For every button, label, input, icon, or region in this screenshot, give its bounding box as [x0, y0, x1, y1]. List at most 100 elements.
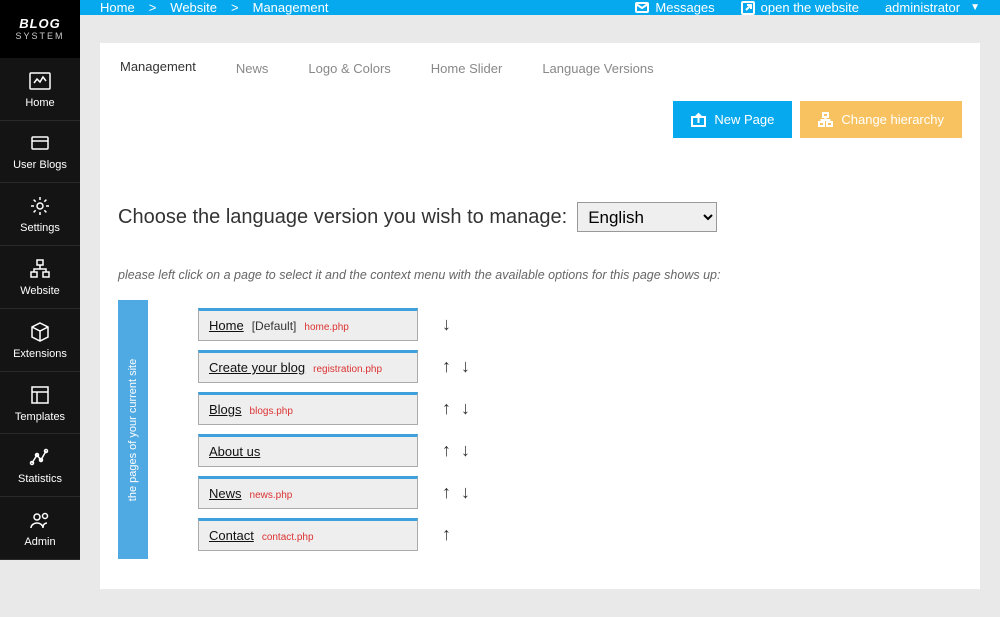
external-link-icon: [741, 1, 755, 15]
pages-vertical-label: the pages of your current site: [118, 300, 148, 559]
new-page-label: New Page: [714, 112, 774, 127]
page-row: Newsnews.php↑↓: [198, 476, 470, 509]
page-box[interactable]: Blogs blogs.php: [198, 392, 418, 425]
sitemap-icon: [28, 257, 52, 281]
page-name: News: [209, 486, 242, 501]
move-down-arrow[interactable]: ↓: [461, 482, 470, 503]
tab-logo-colors[interactable]: Logo & Colors: [288, 43, 410, 92]
change-hierarchy-button[interactable]: Change hierarchy: [800, 101, 962, 138]
cube-icon: [28, 320, 52, 344]
tab-management[interactable]: Management: [100, 43, 216, 92]
messages-link[interactable]: Messages: [635, 0, 714, 15]
language-select[interactable]: English: [577, 202, 717, 232]
move-down-arrow[interactable]: ↓: [461, 356, 470, 377]
breadcrumb: Home > Website > Management: [100, 0, 329, 15]
topbar: Home > Website > Management Messages ope…: [80, 0, 1000, 15]
logo-line2: SYSTEM: [15, 31, 64, 41]
message-icon: [635, 1, 649, 15]
sidebar-label: User Blogs: [13, 159, 67, 171]
page-name: Contact: [209, 528, 254, 543]
sidebar: BLOG SYSTEM Home User Blogs Settings Web…: [0, 0, 80, 560]
page-file: blogs.php: [250, 406, 293, 417]
page-file: contact.php: [262, 532, 314, 543]
sidebar-item-home[interactable]: Home: [0, 58, 80, 121]
page-arrows: ↑: [442, 524, 451, 545]
open-website-link[interactable]: open the website: [741, 0, 859, 15]
sidebar-item-extensions[interactable]: Extensions: [0, 309, 80, 372]
users-icon: [28, 508, 52, 532]
sidebar-label: Admin: [24, 536, 55, 548]
page-arrows: ↑↓: [442, 398, 470, 419]
move-up-arrow[interactable]: ↑: [442, 356, 451, 377]
home-chart-icon: [28, 69, 52, 93]
page-arrows: ↑↓: [442, 440, 470, 461]
page-name: Home: [209, 318, 244, 333]
move-up-arrow[interactable]: ↑: [442, 524, 451, 545]
panel: Management News Logo & Colors Home Slide…: [100, 43, 980, 589]
page-default-badge: [Default]: [252, 319, 297, 333]
new-page-button[interactable]: New Page: [673, 101, 792, 138]
tabs: Management News Logo & Colors Home Slide…: [100, 43, 980, 92]
page-arrows: ↑↓: [442, 356, 470, 377]
tab-language-versions[interactable]: Language Versions: [522, 43, 673, 92]
page-name: Create your blog: [209, 360, 305, 375]
page-box[interactable]: Contact contact.php: [198, 518, 418, 551]
page-arrows: ↓: [442, 314, 451, 335]
move-down-arrow[interactable]: ↓: [442, 314, 451, 335]
open-website-label: open the website: [761, 0, 859, 15]
sidebar-label: Extensions: [13, 348, 67, 360]
user-label: administrator: [885, 0, 960, 15]
move-down-arrow[interactable]: ↓: [461, 398, 470, 419]
choose-language-label: Choose the language version you wish to …: [118, 206, 567, 229]
breadcrumb-home[interactable]: Home: [100, 0, 135, 15]
logo-line1: BLOG: [19, 16, 61, 31]
stats-icon: [28, 445, 52, 469]
template-icon: [28, 383, 52, 407]
sidebar-label: Templates: [15, 411, 65, 423]
hint-text: please left click on a page to select it…: [118, 268, 962, 282]
logo: BLOG SYSTEM: [0, 0, 80, 58]
page-name: Blogs: [209, 402, 242, 417]
page-file: home.php: [304, 322, 348, 333]
user-menu[interactable]: administrator ▼: [885, 0, 980, 15]
move-up-arrow[interactable]: ↑: [442, 440, 451, 461]
gear-icon: [28, 194, 52, 218]
page-row: Contact contact.php ↑: [198, 518, 470, 551]
tab-home-slider[interactable]: Home Slider: [411, 43, 523, 92]
sidebar-item-templates[interactable]: Templates: [0, 372, 80, 435]
page-box[interactable]: About us: [198, 434, 418, 467]
page-arrows: ↑↓: [442, 482, 470, 503]
sidebar-item-userblogs[interactable]: User Blogs: [0, 121, 80, 184]
hierarchy-icon: [818, 112, 833, 127]
breadcrumb-sep: >: [231, 0, 239, 15]
page-name: About us: [209, 444, 260, 459]
page-row: Home [Default] home.php ↓: [198, 308, 470, 341]
page-row: Create your blogregistration.php↑↓: [198, 350, 470, 383]
change-hierarchy-label: Change hierarchy: [841, 112, 944, 127]
sidebar-item-admin[interactable]: Admin: [0, 497, 80, 560]
chevron-down-icon: ▼: [970, 2, 980, 13]
breadcrumb-website[interactable]: Website: [170, 0, 217, 15]
move-down-arrow[interactable]: ↓: [461, 440, 470, 461]
breadcrumb-sep: >: [149, 0, 157, 15]
move-up-arrow[interactable]: ↑: [442, 398, 451, 419]
page-file: news.php: [250, 490, 293, 501]
page-row: About us↑↓: [198, 434, 470, 467]
move-up-arrow[interactable]: ↑: [442, 482, 451, 503]
sidebar-label: Statistics: [18, 473, 62, 485]
sidebar-item-website[interactable]: Website: [0, 246, 80, 309]
tab-news[interactable]: News: [216, 43, 289, 92]
page-box[interactable]: Create your blogregistration.php: [198, 350, 418, 383]
page-row: Blogsblogs.php↑↓: [198, 392, 470, 425]
messages-label: Messages: [655, 0, 714, 15]
sidebar-label: Home: [25, 97, 54, 109]
box-icon: [28, 131, 52, 155]
sidebar-item-settings[interactable]: Settings: [0, 183, 80, 246]
sidebar-label: Settings: [20, 222, 60, 234]
sidebar-label: Website: [20, 285, 60, 297]
breadcrumb-management[interactable]: Management: [253, 0, 329, 15]
page-box[interactable]: News news.php: [198, 476, 418, 509]
upload-icon: [691, 112, 706, 127]
sidebar-item-statistics[interactable]: Statistics: [0, 434, 80, 497]
page-box[interactable]: Home [Default] home.php: [198, 308, 418, 341]
